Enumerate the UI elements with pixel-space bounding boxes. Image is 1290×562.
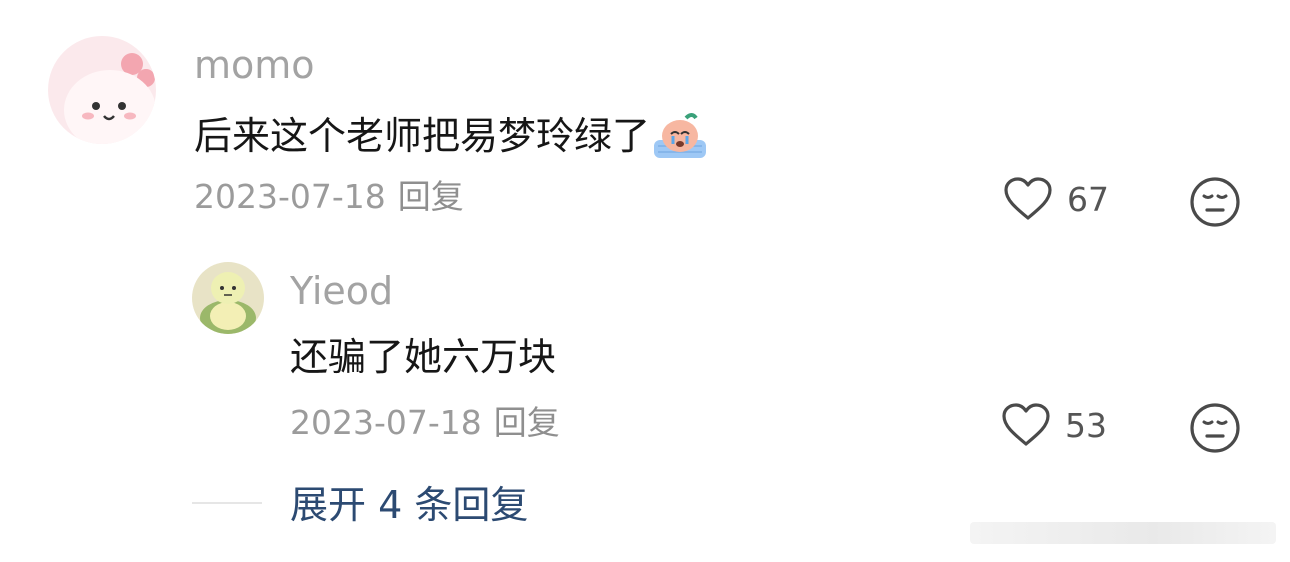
reply-text: 还骗了她六万块 xyxy=(290,335,557,379)
reply-like-button[interactable]: 53 xyxy=(1001,402,1107,448)
reply-like-count: 53 xyxy=(1065,405,1107,445)
avatar-yieod[interactable] xyxy=(192,262,264,334)
neutral-face-icon xyxy=(1190,403,1240,453)
comment-like-button[interactable]: 67 xyxy=(1003,176,1109,222)
comment-like-count: 67 xyxy=(1067,179,1109,219)
avatar-momo[interactable] xyxy=(48,36,156,144)
comment-username[interactable]: momo xyxy=(194,46,315,84)
neutral-face-icon xyxy=(1190,177,1240,227)
reply-date: 2023-07-18 xyxy=(290,403,482,442)
avatar-momo-image xyxy=(48,36,156,144)
heart-icon xyxy=(1004,177,1052,220)
comment-meta: 2023-07-18 回复 xyxy=(194,180,464,213)
reply-reply-button[interactable]: 回复 xyxy=(494,403,560,442)
comment-reaction-button[interactable] xyxy=(1189,176,1241,228)
reply-meta: 2023-07-18 回复 xyxy=(290,406,560,439)
reply-reaction-button[interactable] xyxy=(1189,402,1241,454)
expand-divider xyxy=(192,502,262,504)
comment-text-body: 后来这个老师把易梦玲绿了 xyxy=(194,114,651,158)
avatar-yieod-image xyxy=(192,262,264,334)
crying-sticker-icon xyxy=(652,112,708,160)
expand-replies-button[interactable]: 展开 4 条回复 xyxy=(290,486,528,524)
reply-username[interactable]: Yieod xyxy=(290,272,393,310)
heart-icon xyxy=(1002,403,1050,446)
comment-reply-button[interactable]: 回复 xyxy=(398,177,464,216)
watermark xyxy=(970,522,1276,544)
comment-date: 2023-07-18 xyxy=(194,177,386,216)
comment-text: 后来这个老师把易梦玲绿了 xyxy=(194,112,708,160)
